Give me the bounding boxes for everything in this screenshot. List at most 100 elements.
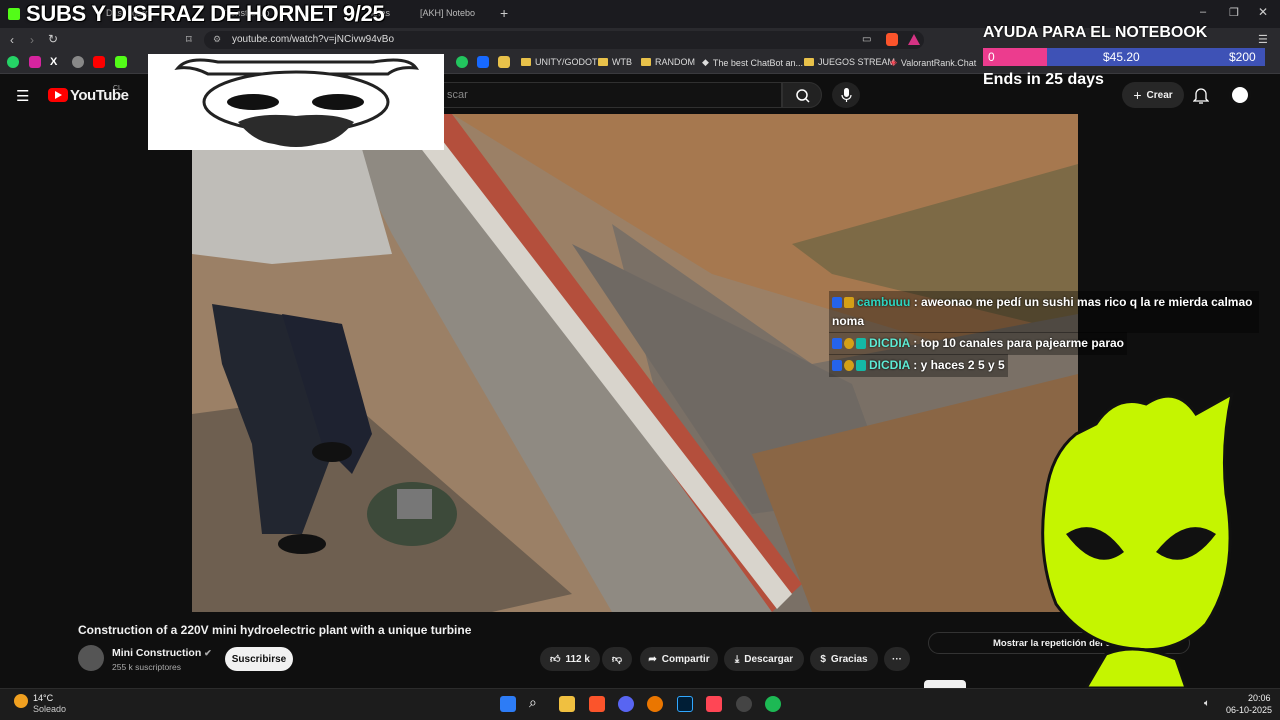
goal-ends: Ends in 25 days (983, 71, 1104, 88)
bookmark-juegos-stream[interactable]: JUEGOS STREAM (804, 57, 895, 67)
bookmark-unity-godot[interactable]: UNITY/GODOT (521, 57, 598, 67)
thanks-button[interactable]: $ Gracias (810, 647, 878, 671)
share-icon: ➦ (648, 653, 657, 665)
behance-icon[interactable] (477, 56, 489, 68)
badge-icon (832, 297, 842, 309)
cast-icon[interactable]: ▭ (862, 34, 871, 45)
search-input[interactable] (430, 82, 782, 108)
bookmark-valorantrank[interactable]: ◈ ValorantRank.Chat (890, 57, 976, 68)
badge-icon (832, 360, 842, 372)
steam-icon[interactable] (736, 696, 752, 712)
clock-time[interactable]: 20:06 (1248, 693, 1271, 703)
avatar[interactable] (1229, 84, 1251, 106)
chat-badges (832, 338, 866, 350)
dislike-button[interactable]: 👎︎ (602, 647, 632, 671)
goal-title: AYUDA PARA EL NOTEBOOK (983, 24, 1208, 41)
video-title: Construction of a 220V mini hydroelectri… (78, 623, 472, 637)
thumbs-up-icon: 👍︎ (550, 654, 561, 665)
reload-icon[interactable]: ↻ (48, 32, 58, 46)
badge-icon (844, 297, 854, 309)
subscriber-count: 255 k suscriptores (112, 662, 181, 672)
valorant-icon[interactable] (706, 696, 722, 712)
bookmark-random[interactable]: RANDOM (641, 57, 695, 67)
volume-icon[interactable]: 🔈︎ (1204, 698, 1210, 709)
like-button[interactable]: 👍︎ 112 k (540, 647, 600, 671)
chat-badges (832, 360, 866, 372)
x-icon[interactable]: X (50, 56, 57, 68)
bookmark-icon[interactable]: ⌑ (186, 33, 192, 46)
photoshop-icon[interactable] (677, 696, 693, 712)
goal-start: 0 (988, 50, 995, 64)
badge-icon (856, 360, 866, 372)
badge-icon (844, 338, 854, 350)
channel-name[interactable]: Mini Construction ✔ (112, 647, 212, 659)
discord-icon[interactable] (618, 696, 634, 712)
tab-notebook[interactable]: [AKH] Notebo (410, 4, 490, 26)
channel-avatar[interactable] (78, 645, 104, 671)
search-button[interactable] (782, 82, 822, 108)
spotify-icon[interactable] (765, 696, 781, 712)
folder-icon (804, 58, 814, 66)
bookmark-chatbot[interactable]: ◆ The best ChatBot an... (702, 57, 803, 68)
badge-icon (856, 338, 866, 350)
file-explorer-icon[interactable] (559, 696, 575, 712)
close-icon[interactable]: ✕ (1258, 5, 1268, 19)
minimize-icon[interactable]: – (1200, 6, 1206, 18)
valorant-icon: ◈ (890, 57, 897, 67)
thanks-icon: $ (820, 653, 826, 665)
thumbs-down-icon: 👎︎ (611, 654, 623, 665)
apple-icon[interactable] (72, 56, 84, 68)
weather-icon[interactable] (14, 694, 28, 708)
download-icon: ⤓ (734, 653, 740, 665)
search-placeholder: scar (447, 89, 468, 101)
download-button[interactable]: ⤓ Descargar (724, 647, 804, 671)
bookmark-wtb[interactable]: WTB (598, 57, 632, 67)
chat-username: DICDIA (869, 358, 910, 372)
clock-date[interactable]: 06-10-2025 (1226, 705, 1272, 715)
new-tab-button[interactable]: + (500, 5, 508, 21)
weather-description[interactable]: Soleado (33, 704, 66, 714)
maximize-icon[interactable]: ❐ (1229, 6, 1239, 19)
folder-icon (598, 58, 608, 66)
kick-bookmark-icon[interactable] (115, 56, 127, 68)
chat-text: : top 10 canales para pajearme parao (913, 336, 1124, 350)
hamburger-menu-icon[interactable]: ☰ (16, 87, 29, 105)
folder-icon (641, 58, 651, 66)
whatsapp-icon[interactable] (7, 56, 19, 68)
search-icon (796, 89, 810, 103)
chat-username: cambuuu (857, 295, 911, 309)
badge-icon (844, 360, 854, 372)
plus-icon: + (1133, 87, 1142, 103)
notifications-bell-icon[interactable] (1192, 86, 1210, 109)
brave-shield-icon[interactable] (886, 33, 898, 46)
back-icon[interactable]: ‹ (10, 33, 14, 47)
search-icon[interactable]: ⌕ (529, 694, 537, 711)
subscribe-button[interactable]: Suscribirse (225, 647, 293, 671)
site-info-icon[interactable]: ⚙ (213, 34, 221, 45)
brave-rewards-icon[interactable] (908, 34, 920, 45)
url-text[interactable]: youtube.com/watch?v=jNCivw94vBo (232, 34, 394, 45)
share-button[interactable]: ➦ Compartir (640, 647, 718, 671)
windows-start-icon[interactable] (500, 696, 516, 712)
hornet-mask-image (148, 54, 444, 150)
diamond-icon: ◆ (702, 57, 709, 67)
microphone-icon (841, 88, 852, 102)
windows-taskbar (0, 688, 1280, 720)
create-button[interactable]: + Crear (1122, 82, 1184, 108)
chat-username: DICDIA (869, 336, 910, 350)
voice-search-button[interactable] (832, 82, 860, 108)
instagram-icon[interactable] (29, 56, 41, 68)
menu-icon[interactable]: ☰ (1258, 33, 1268, 46)
folder-icon[interactable] (498, 56, 510, 68)
mascot-overlay-image (1036, 384, 1240, 690)
forward-icon[interactable]: › (30, 33, 34, 47)
youtube-bookmark-icon[interactable] (93, 56, 105, 68)
weather-temperature[interactable]: 14°C (33, 693, 53, 703)
play-icon (55, 91, 62, 99)
filter-chip-all[interactable] (924, 680, 966, 688)
goal-target: $200 (1229, 50, 1256, 64)
blender-icon[interactable] (647, 696, 663, 712)
more-actions-button[interactable]: ··· (884, 647, 910, 671)
brave-browser-icon[interactable] (589, 696, 605, 712)
grammarly-icon[interactable] (456, 56, 468, 68)
